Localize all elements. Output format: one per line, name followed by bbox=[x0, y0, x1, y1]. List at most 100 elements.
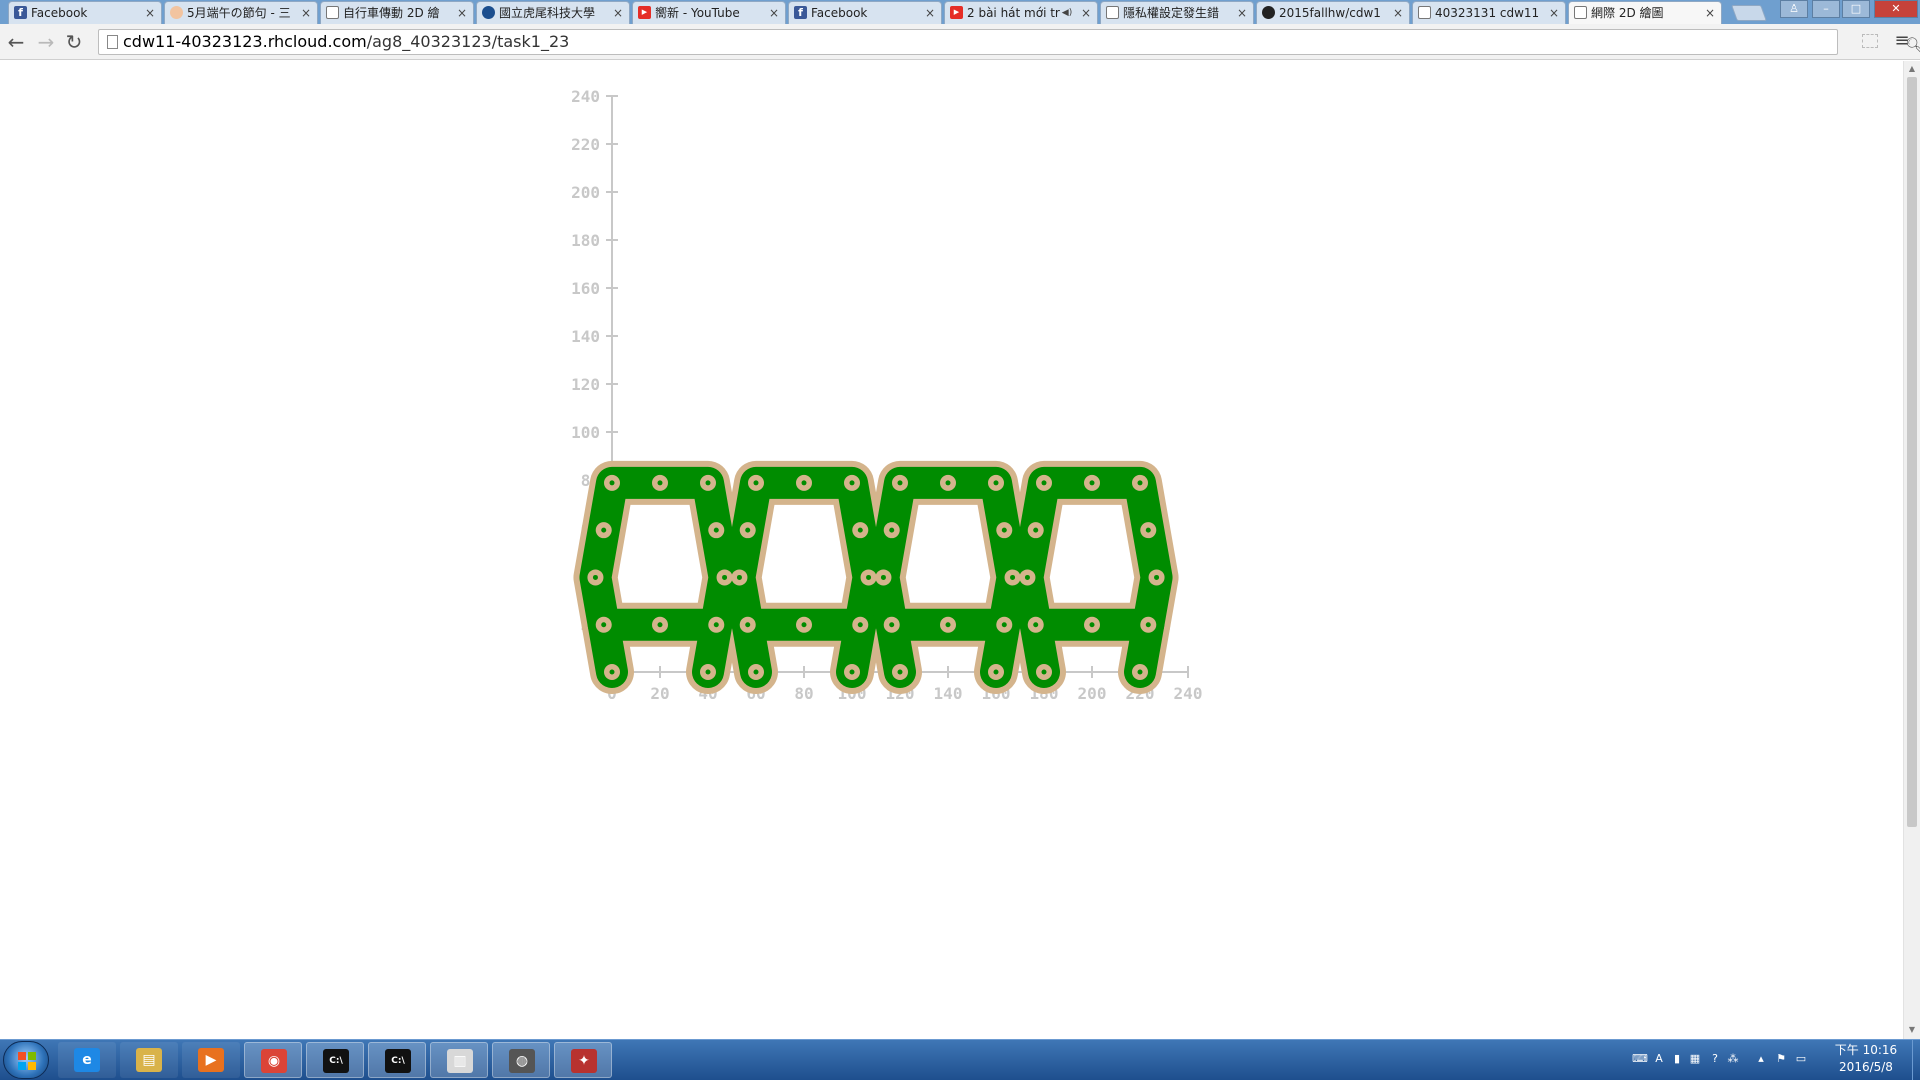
reload-button[interactable]: ↻ bbox=[62, 30, 86, 54]
tab-title: Facebook bbox=[31, 6, 88, 20]
taskbar-app-game-app[interactable]: ✦ bbox=[554, 1042, 612, 1078]
tab-close-icon[interactable]: × bbox=[612, 6, 624, 20]
show-hidden-icons-icon[interactable]: ▴ bbox=[1754, 1052, 1768, 1066]
tab-title: 5月端午の節句 - 三 bbox=[187, 6, 291, 20]
menu-icon[interactable]: ≡ bbox=[1894, 32, 1910, 50]
audio-playing-icon[interactable]: ◀) bbox=[1059, 6, 1075, 20]
extension-icon[interactable] bbox=[1862, 34, 1878, 48]
chain-pin-center bbox=[745, 527, 751, 533]
chain-pin-center bbox=[1010, 574, 1016, 580]
chain-pin-center bbox=[609, 480, 615, 486]
github-icon bbox=[1262, 6, 1275, 19]
chain-pin-center bbox=[1089, 480, 1095, 486]
taskbar-app-command-prompt-2[interactable]: C:\ bbox=[368, 1042, 426, 1078]
chain-pin-center bbox=[722, 574, 728, 580]
university-icon bbox=[482, 6, 495, 19]
y-tick-label: 240 bbox=[571, 87, 600, 106]
facebook-icon: f bbox=[794, 6, 807, 19]
chain-pin-center bbox=[1001, 622, 1007, 628]
new-tab-button[interactable] bbox=[1731, 5, 1767, 21]
chain-pin-center bbox=[705, 669, 711, 675]
page-content: 0204060801001201401601802002202402040608… bbox=[0, 61, 1903, 1039]
browser-tab[interactable]: 隱私權設定發生錯 × bbox=[1100, 1, 1254, 24]
tab-close-icon[interactable]: × bbox=[1548, 6, 1560, 20]
chain-pin-center bbox=[713, 527, 719, 533]
chain-pin-center bbox=[1041, 669, 1047, 675]
chain-pin-center bbox=[857, 527, 863, 533]
taskbar-app-sphere-app[interactable]: ◍ bbox=[492, 1042, 550, 1078]
chain-pin-center bbox=[1041, 480, 1047, 486]
tab-close-icon[interactable]: × bbox=[144, 6, 156, 20]
chain-pin-center bbox=[705, 480, 711, 486]
page-icon bbox=[107, 35, 118, 49]
chain-pin-center bbox=[1024, 574, 1030, 580]
taskbar-app-internet-explorer[interactable]: e bbox=[58, 1042, 116, 1078]
browser-tab[interactable]: 5月端午の節句 - 三 × bbox=[164, 1, 318, 24]
chain-pin-center bbox=[1145, 527, 1151, 533]
drawing-canvas: 0204060801001201401601802002202402040608… bbox=[571, 87, 1202, 703]
tab-close-icon[interactable]: × bbox=[300, 6, 312, 20]
browser-tab[interactable]: f Facebook × bbox=[8, 1, 162, 24]
tab-close-icon[interactable]: × bbox=[924, 6, 936, 20]
scroll-up-icon[interactable]: ▲ bbox=[1907, 64, 1917, 74]
taskbar-app-text-editor[interactable]: ▥ bbox=[430, 1042, 488, 1078]
tab-close-icon[interactable]: × bbox=[1236, 6, 1248, 20]
scroll-down-icon[interactable]: ▼ bbox=[1907, 1025, 1917, 1035]
browser-tab[interactable]: 40323131 cdw11 × bbox=[1412, 1, 1566, 24]
chain-pin-center bbox=[713, 622, 719, 628]
chain-pin-center bbox=[592, 574, 598, 580]
y-tick-label: 100 bbox=[571, 423, 600, 442]
scrollbar-thumb[interactable] bbox=[1907, 77, 1917, 827]
tab-close-icon[interactable]: × bbox=[1080, 6, 1092, 20]
tab-close-icon[interactable]: × bbox=[1704, 6, 1716, 20]
input-method-icon[interactable]: ⌨ bbox=[1632, 1052, 1648, 1066]
layout-icon[interactable]: ▮ bbox=[1670, 1052, 1684, 1066]
browser-tab[interactable]: ▶ 2 bài hát mới tr ◀) × bbox=[944, 1, 1098, 24]
window-close-button[interactable]: ✕ bbox=[1874, 0, 1918, 18]
chrome-icon: ◉ bbox=[261, 1049, 287, 1073]
browser-tab[interactable]: f Facebook × bbox=[788, 1, 942, 24]
command-prompt-2-icon: C:\ bbox=[385, 1049, 411, 1073]
taskbar-app-chrome[interactable]: ◉ bbox=[244, 1042, 302, 1078]
taskbar-app-file-explorer[interactable]: ▤ bbox=[120, 1042, 178, 1078]
taskbar-app-command-prompt-1[interactable]: C:\ bbox=[306, 1042, 364, 1078]
start-button[interactable] bbox=[3, 1041, 49, 1079]
user-profile-button[interactable]: ♙ bbox=[1780, 0, 1808, 18]
help-icon[interactable]: ? bbox=[1708, 1052, 1722, 1066]
action-center-flag-icon[interactable]: ⚑ bbox=[1774, 1052, 1788, 1066]
back-button[interactable]: ← bbox=[4, 30, 28, 54]
address-bar[interactable]: cdw11-40323123.rhcloud.com/ag8_40323123/… bbox=[98, 29, 1920, 55]
keyboard-icon[interactable]: ▦ bbox=[1688, 1052, 1702, 1066]
tab-close-icon[interactable]: × bbox=[456, 6, 468, 20]
system-tray: ⌨ A ▮ ▦ ? ⁂ ▴ ⚑ ▭ bbox=[1622, 1040, 1832, 1080]
tab-title: 網際 2D 繪圖 bbox=[1591, 6, 1664, 20]
x-tick-label: 80 bbox=[794, 684, 813, 703]
avatar-icon bbox=[170, 6, 183, 19]
tab-title: 40323131 cdw11 bbox=[1435, 6, 1540, 20]
url-text[interactable]: cdw11-40323123.rhcloud.com/ag8_40323123/… bbox=[123, 33, 569, 51]
browser-tab[interactable]: 網際 2D 繪圖 × bbox=[1568, 1, 1722, 25]
browser-tab[interactable]: 國立虎尾科技大學 × bbox=[476, 1, 630, 24]
browser-tab[interactable]: ▶ 嚮新 - YouTube × bbox=[632, 1, 786, 24]
browser-tab[interactable]: 自行車傳動 2D 繪 × bbox=[320, 1, 474, 24]
chain-pin-center bbox=[1154, 574, 1160, 580]
tab-close-icon[interactable]: × bbox=[1392, 6, 1404, 20]
document-icon bbox=[1106, 6, 1119, 19]
ime-options-icon[interactable]: ⁂ bbox=[1726, 1052, 1740, 1066]
show-desktop-button[interactable] bbox=[1912, 1040, 1920, 1080]
y-tick-label: 120 bbox=[571, 375, 600, 394]
tab-close-icon[interactable]: × bbox=[768, 6, 780, 20]
clock[interactable]: 下午 10:16 2016/5/8 bbox=[1820, 1042, 1912, 1078]
taskbar-app-media-player[interactable]: ▶ bbox=[182, 1042, 240, 1078]
forward-button[interactable]: → bbox=[34, 30, 58, 54]
browser-tab[interactable]: 2015fallhw/cdw1 × bbox=[1256, 1, 1410, 24]
y-tick-label: 160 bbox=[571, 279, 600, 298]
language-a-icon[interactable]: A bbox=[1652, 1052, 1666, 1066]
command-prompt-1-icon: C:\ bbox=[323, 1049, 349, 1073]
maximize-button[interactable]: □ bbox=[1842, 0, 1870, 18]
minimize-button[interactable]: – bbox=[1812, 0, 1840, 18]
network-icon[interactable]: ▭ bbox=[1794, 1052, 1808, 1066]
browser-toolbar: ← → ↻ cdw11-40323123.rhcloud.com/ag8_403… bbox=[0, 24, 1920, 60]
vertical-scrollbar[interactable]: ▲ ▼ bbox=[1903, 61, 1920, 1039]
x-tick-label: 200 bbox=[1078, 684, 1107, 703]
